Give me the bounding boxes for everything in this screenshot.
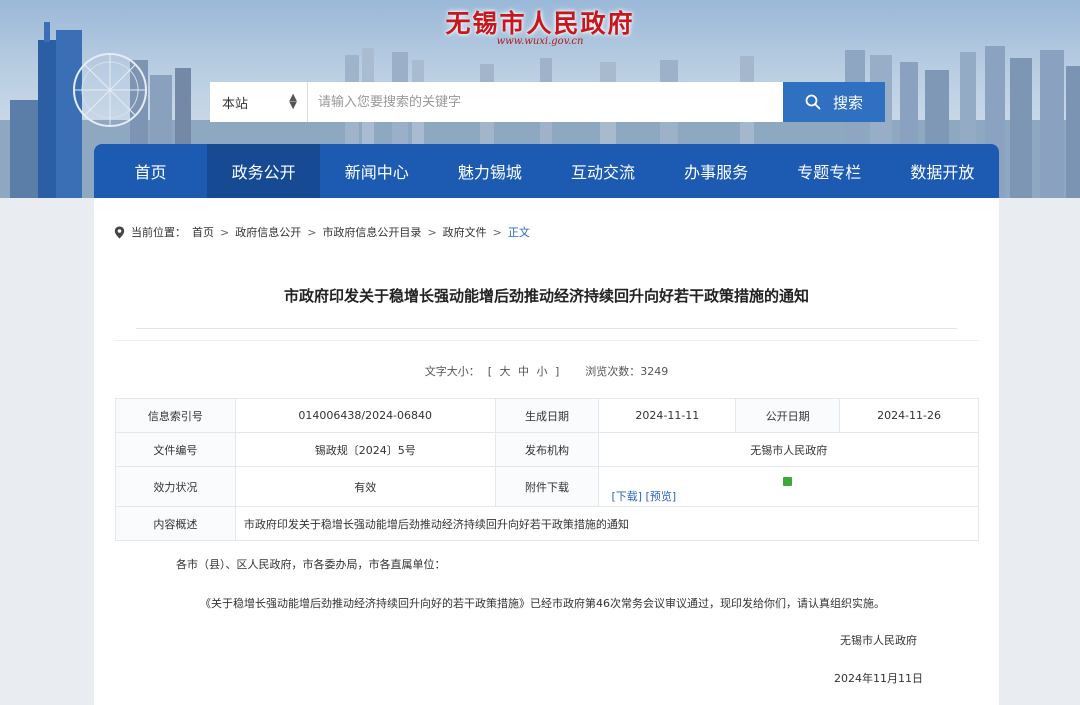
location-pin-icon <box>114 226 125 238</box>
attachment-file-icon <box>783 476 793 486</box>
divider <box>136 328 957 329</box>
document-signature: 无锡市人民政府 <box>840 634 917 647</box>
search-input[interactable] <box>308 82 783 122</box>
table-row: 文件编号 锡政规〔2024〕5号 发布机构 无锡市人民政府 <box>115 432 979 467</box>
document-salutation: 各市（县）、区人民政府，市各委办局，市各直属单位： <box>176 558 446 571</box>
published-date-value: 2024-11-26 <box>839 398 979 433</box>
site-url: www.wuxi.gov.cn <box>496 36 584 47</box>
document-title: 市政府印发关于稳增长强动能增后劲推动经济持续回升向好若干政策措施的通知 <box>283 287 809 305</box>
site-title[interactable]: 无锡市人民政府 <box>0 4 1080 40</box>
nav-item-services[interactable]: 办事服务 <box>660 144 773 198</box>
table-row: 内容概述 市政府印发关于稳增长强动能增后劲推动经济持续回升向好若干政策措施的通知 <box>115 506 980 541</box>
font-size-label: 文字大小： <box>424 365 480 378</box>
doc-no-value: 锡政规〔2024〕5号 <box>234 432 496 467</box>
breadcrumb-item-current: 正文 <box>507 226 530 239</box>
index-no-label: 信息索引号 <box>115 398 236 433</box>
created-date-label: 生成日期 <box>494 398 600 433</box>
search-button-label: 搜索 <box>832 93 863 112</box>
nav-item-gov-affairs[interactable]: 政务公开 <box>207 144 321 198</box>
breadcrumb-separator: > <box>307 225 317 239</box>
font-size-options[interactable]: [ 大 中 小 ] <box>488 365 562 378</box>
preview-link[interactable]: [预览] <box>646 490 677 503</box>
summary-label: 内容概述 <box>115 506 236 541</box>
header-banner: 无锡市人民政府 www.wuxi.gov.cn 本站 ▲▼ 搜索 首页 政务公开… <box>0 0 1080 198</box>
nav-item-topics[interactable]: 专题专栏 <box>773 144 886 198</box>
breadcrumb-item-gov-info[interactable]: 政府信息公开 <box>235 224 301 240</box>
status-value: 有效 <box>234 466 496 507</box>
nav-item-open-data[interactable]: 数据开放 <box>886 144 999 198</box>
published-date-label: 公开日期 <box>735 398 841 433</box>
divider <box>114 340 979 341</box>
table-row: 信息索引号 014006438/2024-06840 生成日期 2024-11-… <box>115 398 979 433</box>
attachment-cell: [下载] [预览] <box>598 466 979 507</box>
breadcrumb: 当前位置： 首页 > 政府信息公开 > 市政府信息公开目录 > 政府文件 > 正… <box>114 224 530 240</box>
document-paragraph: 《关于稳增长强动能增后劲推动经济持续回升向好的若干政策措施》已经市政府第46次常… <box>200 597 885 610</box>
views-label: 浏览次数： <box>585 365 641 378</box>
download-link[interactable]: [下载] <box>611 490 642 503</box>
breadcrumb-separator: > <box>492 225 502 239</box>
breadcrumb-separator: > <box>427 225 437 239</box>
nav-item-interaction[interactable]: 互动交流 <box>547 144 660 198</box>
doc-no-label: 文件编号 <box>115 432 236 467</box>
attachment-label: 附件下载 <box>494 466 600 507</box>
issuer-label: 发布机构 <box>494 432 600 467</box>
search-bar: 本站 ▲▼ 搜索 <box>210 82 885 122</box>
nav-item-home[interactable]: 首页 <box>94 144 207 198</box>
nav-item-city-charm[interactable]: 魅力锡城 <box>433 144 546 198</box>
created-date-value: 2024-11-11 <box>598 398 737 433</box>
document-info-table: 信息索引号 014006438/2024-06840 生成日期 2024-11-… <box>115 398 980 541</box>
status-label: 效力状况 <box>115 466 236 507</box>
table-row: 效力状况 有效 附件下载 [下载] [预览] <box>115 466 979 507</box>
main-nav: 首页 政务公开 新闻中心 魅力锡城 互动交流 办事服务 专题专栏 数据开放 <box>94 144 999 198</box>
breadcrumb-item-catalog[interactable]: 市政府信息公开目录 <box>322 224 421 240</box>
search-scope-value: 本站 <box>222 96 249 112</box>
search-scope-select[interactable]: 本站 ▲ ▼ <box>210 82 308 122</box>
breadcrumb-separator: > <box>220 225 230 239</box>
index-no-value: 014006438/2024-06840 <box>234 398 496 433</box>
breadcrumb-prefix: 当前位置： <box>131 226 186 239</box>
issuer-value: 无锡市人民政府 <box>598 432 979 467</box>
search-button[interactable]: 搜索 <box>783 82 885 122</box>
breadcrumb-item-gov-docs[interactable]: 政府文件 <box>443 224 487 240</box>
main-content: 当前位置： 首页 > 政府信息公开 > 市政府信息公开目录 > 政府文件 > 正… <box>94 198 999 705</box>
nav-item-news[interactable]: 新闻中心 <box>320 144 433 198</box>
document-meta: 文字大小： [ 大 中 小 ] 浏览次数：3249 <box>94 363 999 379</box>
summary-value: 市政府印发关于稳增长强动能增后劲推动经济持续回升向好若干政策措施的通知 <box>234 506 980 541</box>
search-icon <box>805 94 821 110</box>
breadcrumb-item-home[interactable]: 首页 <box>192 224 214 240</box>
updown-arrow-icon: ▲ ▼ <box>289 92 297 111</box>
document-date: 2024年11月11日 <box>834 672 923 685</box>
views-count: 3249 <box>640 365 669 378</box>
